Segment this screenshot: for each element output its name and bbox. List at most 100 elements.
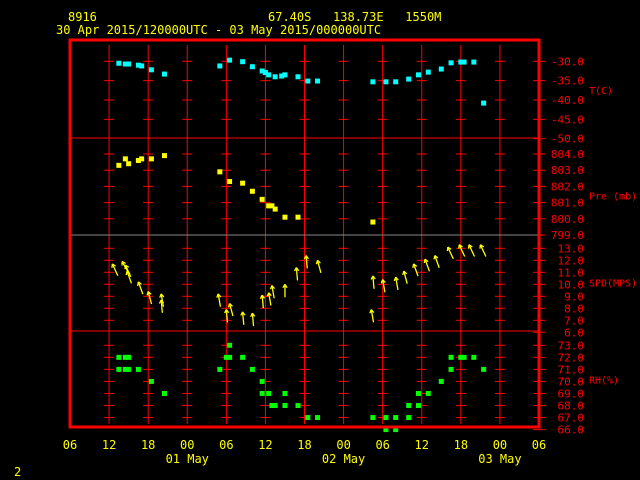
series-1	[116, 153, 376, 225]
data-point	[415, 403, 421, 409]
meteogram-chart: -30.0 -35.0 -40.0 -45.0 -50.0 T(C) 804.0 803.0 8…	[63, 38, 637, 466]
data-point	[383, 415, 389, 421]
x-tick-label: 18	[297, 438, 311, 452]
wind-arrow-head	[369, 309, 372, 314]
x-date-label: 02 May	[322, 452, 365, 466]
data-point	[227, 354, 233, 360]
data-point	[126, 161, 132, 167]
data-point	[438, 378, 444, 384]
y-tick-label: -35.0	[551, 75, 584, 88]
wind-arrow	[369, 309, 375, 323]
y-tick-label: 6.0	[564, 326, 584, 339]
data-point	[315, 415, 321, 421]
wind-arrow-head	[136, 281, 140, 286]
wind-arrow-head	[269, 285, 273, 290]
x-tick-label: 18	[454, 438, 468, 452]
y-tick-label: 70.0	[558, 375, 585, 388]
data-point	[295, 214, 301, 220]
wind-arrow	[393, 276, 399, 291]
wind-arrow	[266, 292, 272, 306]
panel-ylabel: T(C)	[589, 86, 613, 97]
wind-arrow-head	[159, 293, 162, 298]
data-point	[448, 354, 454, 360]
data-point	[249, 64, 255, 70]
data-point	[448, 366, 454, 372]
wind-arrow-head	[216, 293, 219, 298]
data-point	[481, 100, 487, 106]
wind-arrow	[458, 244, 466, 257]
data-point	[305, 415, 311, 421]
data-point	[305, 78, 311, 84]
wind-arrow-head	[412, 263, 415, 268]
wind-arrow	[227, 303, 234, 317]
data-point	[161, 153, 167, 159]
y-tick-label: -40.0	[551, 94, 584, 107]
y-tick-label: -50.0	[551, 133, 584, 146]
data-point	[126, 366, 132, 372]
data-point	[370, 415, 376, 421]
x-tick-label: 00	[180, 438, 194, 452]
y-tick-label: 71.0	[558, 363, 585, 376]
wind-arrow	[423, 258, 431, 272]
data-point	[139, 63, 145, 69]
data-point	[249, 366, 255, 372]
data-point	[240, 180, 246, 186]
panel-ylabel: Pre (mb)	[589, 192, 637, 203]
x-tick-label: 06	[63, 438, 77, 452]
data-point	[415, 72, 421, 78]
data-point	[282, 72, 288, 78]
wind-arrow	[282, 283, 288, 298]
wind-arrow	[240, 311, 246, 325]
data-point	[406, 76, 412, 82]
data-point	[272, 74, 278, 80]
data-point	[135, 366, 141, 372]
wind-arrow-head	[402, 270, 405, 276]
wind-arrow-head	[227, 303, 231, 308]
data-point	[240, 59, 246, 65]
x-tick-label: 06	[219, 438, 233, 452]
wind-arrow-head	[315, 260, 319, 265]
data-point	[259, 196, 265, 202]
data-point	[406, 403, 412, 409]
data-point	[383, 79, 389, 85]
wind-arrow	[136, 281, 144, 295]
data-point	[266, 390, 272, 396]
data-point	[461, 59, 467, 65]
data-point	[161, 390, 167, 396]
data-point	[217, 169, 223, 175]
x-date-label: 03 May	[478, 452, 521, 466]
x-tick-label: 00	[493, 438, 507, 452]
wind-arrow	[125, 270, 133, 284]
wind-arrow-head	[393, 276, 397, 282]
data-point	[415, 390, 421, 396]
data-point	[438, 66, 444, 72]
y-tick-label: 67.0	[558, 412, 585, 425]
wind-arrow	[216, 293, 222, 307]
wind-arrow	[370, 275, 376, 289]
wind-arrow	[446, 246, 454, 260]
data-point	[272, 206, 278, 212]
x-tick-label: 12	[415, 438, 429, 452]
y-tick-label: -30.0	[551, 55, 584, 68]
wind-arrow	[269, 285, 276, 299]
x-tick-label: 18	[141, 438, 155, 452]
data-point	[116, 162, 122, 168]
data-point	[282, 403, 288, 409]
x-tick-label: 06	[375, 438, 389, 452]
data-point	[227, 342, 233, 348]
data-point	[217, 63, 223, 69]
wind-arrow	[315, 259, 322, 274]
data-point	[126, 61, 132, 67]
y-tick-label: 800.0	[551, 213, 584, 226]
data-point	[282, 214, 288, 220]
x-tick-label: 12	[258, 438, 272, 452]
data-point	[295, 403, 301, 409]
data-point	[148, 378, 154, 384]
series-2	[111, 244, 487, 327]
panel-ylabel: SPD(MPS)	[589, 278, 637, 289]
wind-arrow-head	[423, 258, 426, 264]
y-tick-label: -45.0	[551, 113, 584, 126]
wind-arrow	[467, 244, 476, 257]
data-point	[370, 79, 376, 85]
data-point	[481, 366, 487, 372]
